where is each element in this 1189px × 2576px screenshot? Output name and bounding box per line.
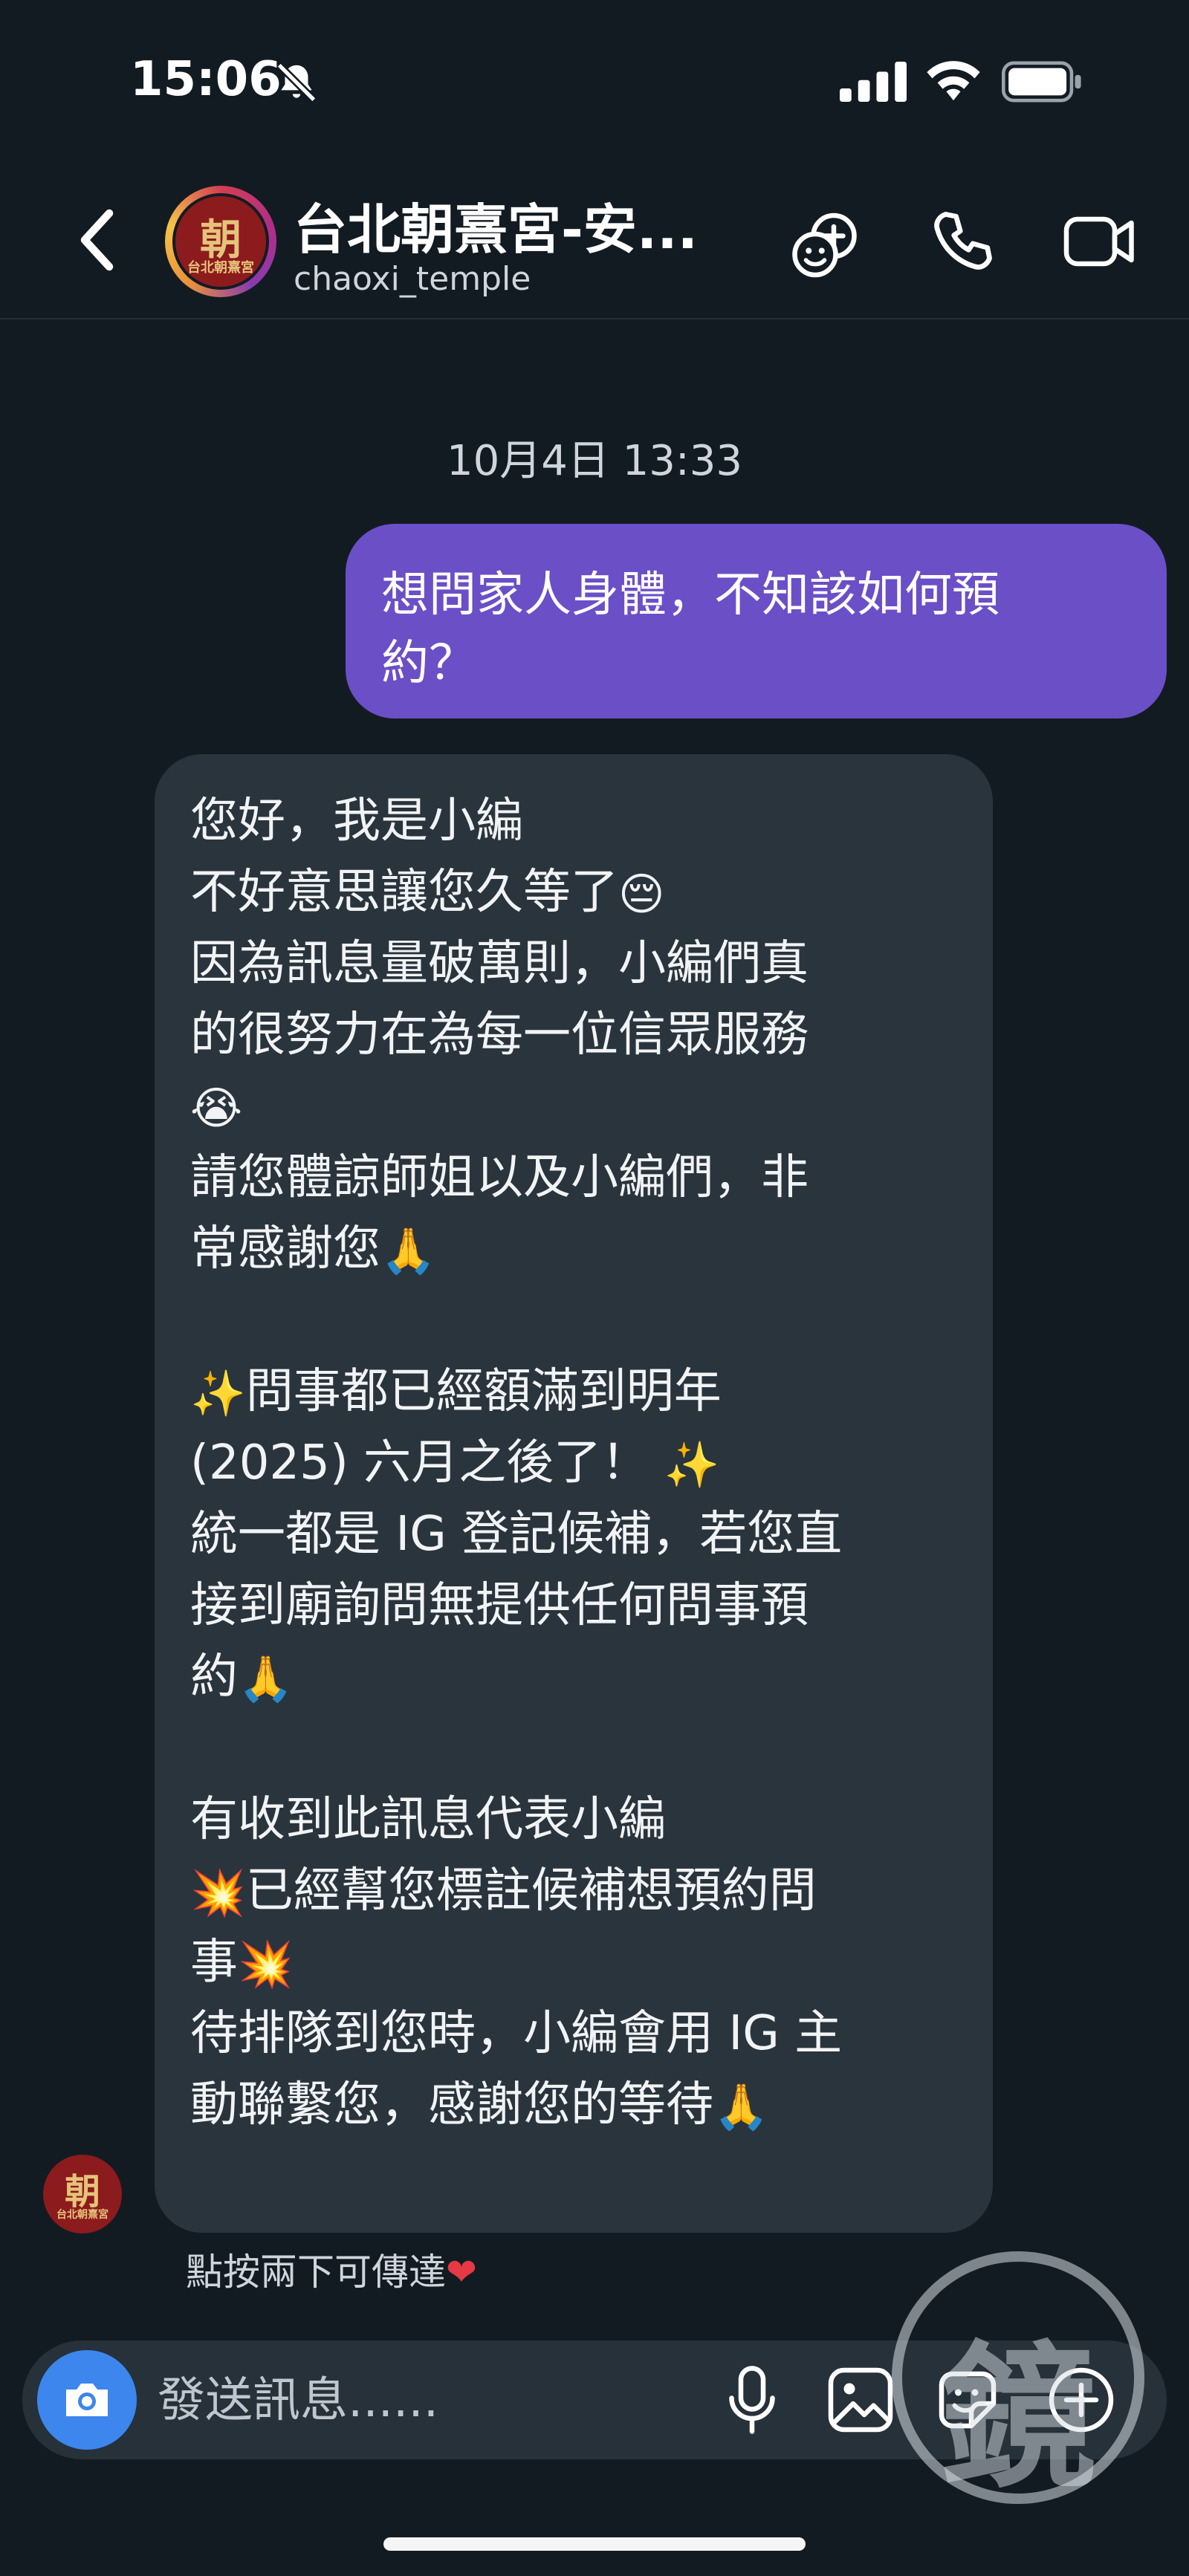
camera-button[interactable] bbox=[37, 2350, 137, 2450]
contact-handle[interactable]: chaoxi_temple bbox=[294, 260, 531, 298]
received-message-text: 請您體諒師姐以及小編們，非 bbox=[190, 1150, 809, 1205]
received-message-text: 動聯繫您，感謝您的等待 bbox=[190, 2077, 713, 2132]
received-message-text: 的很努力在為每一位信眾服務 bbox=[190, 1008, 809, 1062]
message-input[interactable] bbox=[156, 2370, 694, 2431]
received-message-text: (2025) 六月之後了！ bbox=[190, 1435, 664, 1490]
heart-icon[interactable]: ❤ bbox=[446, 2251, 477, 2294]
reaction-hint-text: 點按兩下可傳達 bbox=[186, 2251, 446, 2294]
sent-message-bubble[interactable]: 想問家人身體，不知該如何預 約？ bbox=[346, 524, 1167, 718]
received-message-text: 您好，我是小編 bbox=[190, 794, 523, 849]
received-message-text: 約 bbox=[190, 1649, 238, 1704]
sent-message-line: 想問家人身體，不知該如何預 bbox=[381, 568, 1000, 623]
received-message-bubble[interactable]: 您好，我是小編不好意思讓您久等了😔 因為訊息量破萬則，小編們真 的很努力在為每一位信… bbox=[155, 754, 993, 2233]
mic-icon[interactable] bbox=[722, 2363, 782, 2437]
received-message-text: 常感謝您 bbox=[190, 1222, 380, 1276]
contact-name[interactable]: 台北朝熹宮-安... bbox=[294, 186, 747, 264]
received-message-text: 有收到此訊息代表小編 bbox=[190, 1792, 666, 1847]
avatar[interactable]: 朝 台北朝熹宮 bbox=[172, 193, 269, 290]
emoji-icon: 😔 bbox=[618, 869, 665, 921]
received-message-line: 不好意思讓您久等了😔 bbox=[190, 857, 963, 928]
emoji-icon: 😭 bbox=[190, 1083, 243, 1135]
avatar-caption: 台北朝熹宮 bbox=[56, 2209, 108, 2221]
received-message-text: 統一都是 IG 登記候補，若您直 bbox=[190, 1507, 843, 1562]
gallery-icon[interactable] bbox=[823, 2363, 898, 2437]
sender-avatar[interactable]: 朝 台北朝熹宮 bbox=[43, 2155, 122, 2233]
received-message-text: 待排隊到您時，小編會用 IG 主 bbox=[190, 2006, 843, 2061]
received-message-line: 約🙏 bbox=[190, 1641, 963, 1713]
received-message-line: 統一都是 IG 登記候補，若您直 bbox=[190, 1499, 963, 1570]
sent-message-line: 約？ bbox=[381, 636, 476, 691]
received-message-line: 您好，我是小編 bbox=[190, 785, 963, 857]
add-user-icon[interactable] bbox=[789, 208, 864, 282]
watermark-logo: 鏡 bbox=[892, 2251, 1144, 2509]
video-icon[interactable] bbox=[1063, 212, 1137, 271]
reaction-hint: 點按兩下可傳達❤ bbox=[186, 2242, 477, 2296]
received-message-line: 接到廟詢問無提供任何問事預 bbox=[190, 1570, 963, 1641]
bell-slash-icon bbox=[276, 62, 317, 103]
emoji-icon: 🙏 bbox=[380, 1225, 436, 1278]
battery-icon bbox=[1002, 61, 1081, 103]
received-message-text: 接到廟詢問無提供任何問事預 bbox=[190, 1578, 809, 1633]
signal-icon bbox=[840, 62, 907, 102]
emoji-icon: ✨ bbox=[664, 1439, 720, 1492]
emoji-icon: 🙏 bbox=[238, 1653, 294, 1706]
status-time: 15:06 bbox=[130, 52, 282, 107]
emoji-icon: 💥 bbox=[190, 1867, 246, 1920]
received-message-text: 事 bbox=[190, 1935, 238, 1990]
received-message-line bbox=[190, 1713, 963, 1784]
avatar-caption: 台北朝熹宮 bbox=[187, 260, 254, 276]
emoji-icon: ✨ bbox=[190, 1368, 246, 1421]
received-message-line: 有收到此訊息代表小編 bbox=[190, 1784, 963, 1855]
message-timestamp: 10月4日 13:33 bbox=[446, 437, 743, 485]
received-message-text: 已經幫您標註候補想預約問 bbox=[245, 1863, 817, 1918]
received-message-line: 請您體諒師姐以及小編們，非 bbox=[190, 1142, 963, 1213]
received-message-line bbox=[190, 1285, 963, 1356]
received-message-line: 😭 bbox=[190, 1071, 963, 1142]
wifi-icon bbox=[927, 61, 980, 101]
received-message-text: 因為訊息量破萬則，小編們真 bbox=[190, 936, 809, 991]
received-message-line: 事💥 bbox=[190, 1927, 963, 1998]
watermark-text: 鏡 bbox=[939, 2326, 1096, 2509]
received-message-line: 動聯繫您，感謝您的等待🙏 bbox=[190, 2069, 963, 2141]
phone-icon[interactable] bbox=[929, 208, 996, 275]
received-message-line: 因為訊息量破萬則，小編們真 bbox=[190, 928, 963, 999]
received-message-line: 的很努力在為每一位信眾服務 bbox=[190, 999, 963, 1071]
received-message-line: 💥已經幫您標註候補想預約問 bbox=[190, 1855, 963, 1927]
home-indicator[interactable] bbox=[383, 2537, 806, 2551]
received-message-text: 不好意思讓您久等了 bbox=[190, 865, 618, 920]
emoji-icon: 💥 bbox=[238, 1939, 294, 1991]
received-message-line: 待排隊到您時，小編會用 IG 主 bbox=[190, 1998, 963, 2069]
camera-icon bbox=[66, 2384, 108, 2416]
received-message-text: 問事都已經額滿到明年 bbox=[245, 1364, 722, 1419]
received-message-line: 常感謝您🙏 bbox=[190, 1213, 963, 1285]
emoji-icon: 🙏 bbox=[713, 2081, 769, 2134]
back-icon[interactable] bbox=[74, 207, 122, 273]
received-message-line: ✨問事都已經額滿到明年 bbox=[190, 1356, 963, 1427]
received-message-line: (2025) 六月之後了！ ✨ bbox=[190, 1427, 963, 1499]
